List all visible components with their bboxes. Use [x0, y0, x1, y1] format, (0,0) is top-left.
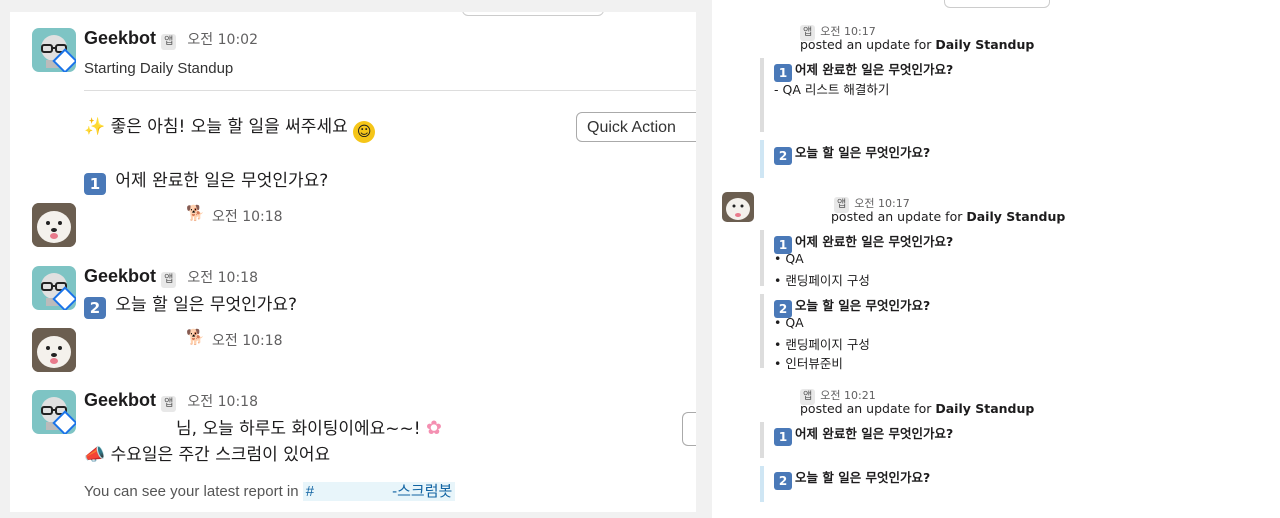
- top-partial-button[interactable]: [944, 0, 1050, 8]
- timestamp[interactable]: 오전 10:18: [187, 270, 258, 286]
- dog-status-emoji: 🐕: [186, 204, 205, 222]
- u3-q1: 1 어제 완료한 일은 무엇인가요?: [774, 423, 953, 446]
- greeting-line: ✨ 좋은 아침! 오늘 할 일을 써주세요 ☺: [84, 112, 376, 143]
- u1-q2: 2 오늘 할 일은 무엇인가요?: [774, 142, 930, 165]
- dog-avatar[interactable]: [32, 328, 76, 372]
- u2-q1-bar: [760, 230, 764, 286]
- timestamp[interactable]: 오전 10:18: [187, 394, 258, 410]
- u3-q1-bar: [760, 422, 764, 458]
- keycap-one-emoji: 1: [84, 173, 106, 195]
- attachment-divider: [84, 90, 696, 91]
- cherry-blossom-emoji: ✿: [426, 417, 442, 439]
- msg2-timestamp[interactable]: 오전 10:18: [212, 206, 283, 226]
- geekbot-avatar[interactable]: [32, 28, 76, 72]
- msg3-header: Geekbot 앱 오전 10:18: [84, 266, 258, 288]
- u2-posted: posted an update for Daily Standup: [831, 209, 1066, 224]
- partial-button[interactable]: [682, 412, 696, 446]
- standup-link[interactable]: Daily Standup: [935, 37, 1034, 52]
- u2-a2-line: • QA: [774, 315, 804, 330]
- scrum-text: 수요일은 주간 스크럼이 있어요: [110, 445, 331, 465]
- q1-line: 1 어제 완료한 일은 무엇인가요?: [84, 166, 328, 195]
- u1-q1-bar: [760, 58, 764, 132]
- u2-a2-line: • 인터뷰준비: [774, 356, 843, 371]
- left-chat-panel: Geekbot 앱 오전 10:02 Starting Daily Standu…: [10, 12, 696, 512]
- q2-text: 오늘 할 일은 무엇인가요?: [115, 295, 298, 315]
- cheer-text: 님, 오늘 하루도 화이팅이에요~~!: [176, 419, 421, 439]
- report-line: You can see your latest report in # -스크럼봇: [84, 480, 456, 501]
- quick-action-button[interactable]: Quick Action: [576, 112, 696, 142]
- u2-a1-line: • 랜딩페이지 구성: [774, 273, 870, 288]
- q2-line: 2 오늘 할 일은 무엇인가요?: [84, 290, 297, 319]
- dog-avatar[interactable]: [722, 192, 754, 222]
- app-badge: 앱: [161, 34, 177, 50]
- msg1-text: Starting Daily Standup: [84, 60, 234, 77]
- right-report-panel: 앱 오전 10:17 posted an update for Daily St…: [712, 0, 1280, 518]
- grinning-emoji: ☺: [353, 121, 376, 143]
- u1-a1-line: - QA 리스트 해결하기: [774, 82, 890, 97]
- standup-link[interactable]: Daily Standup: [966, 209, 1065, 224]
- dog-avatar[interactable]: [32, 203, 76, 247]
- u3-q2: 2 오늘 할 일은 무엇인가요?: [774, 467, 930, 490]
- u1-posted: posted an update for Daily Standup: [800, 37, 1035, 52]
- timestamp[interactable]: 오전 10:02: [187, 32, 258, 48]
- q1-text: 어제 완료한 일은 무엇인가요?: [115, 171, 329, 191]
- megaphone-emoji: 📣: [84, 445, 106, 465]
- u3-posted: posted an update for Daily Standup: [800, 401, 1035, 416]
- keycap-two-emoji: 2: [84, 297, 106, 319]
- cheer-line: 님, 오늘 하루도 화이팅이에요~~! ✿: [176, 414, 442, 439]
- u2-a1-line: • QA: [774, 251, 804, 266]
- top-partial-button[interactable]: [462, 12, 604, 16]
- sender-name[interactable]: Geekbot: [84, 266, 156, 286]
- app-badge: 앱: [161, 272, 177, 288]
- dog-status-emoji: 🐕: [186, 328, 205, 346]
- sender-name[interactable]: Geekbot: [84, 390, 156, 410]
- scrum-line: 📣 수요일은 주간 스크럼이 있어요: [84, 440, 330, 465]
- u3-q2-bar: [760, 466, 764, 502]
- msg1-header: Geekbot 앱 오전 10:02: [84, 28, 258, 50]
- u2-a2-line: • 랜딩페이지 구성: [774, 337, 870, 352]
- msg4-timestamp[interactable]: 오전 10:18: [212, 330, 283, 350]
- channel-link[interactable]: # -스크럼봇: [302, 482, 456, 501]
- geekbot-avatar[interactable]: [32, 266, 76, 310]
- geekbot-avatar[interactable]: [32, 390, 76, 434]
- sparkles-emoji: ✨: [84, 117, 106, 137]
- u1-q2-bar: [760, 140, 764, 178]
- app-badge: 앱: [161, 396, 177, 412]
- greeting-text: 좋은 아침! 오늘 할 일을 써주세요: [110, 117, 348, 137]
- sender-name[interactable]: Geekbot: [84, 28, 156, 48]
- msg5-header: Geekbot 앱 오전 10:18: [84, 390, 258, 412]
- u2-q2-bar: [760, 294, 764, 368]
- report-prefix: You can see your latest report in: [84, 483, 299, 500]
- standup-link[interactable]: Daily Standup: [935, 401, 1034, 416]
